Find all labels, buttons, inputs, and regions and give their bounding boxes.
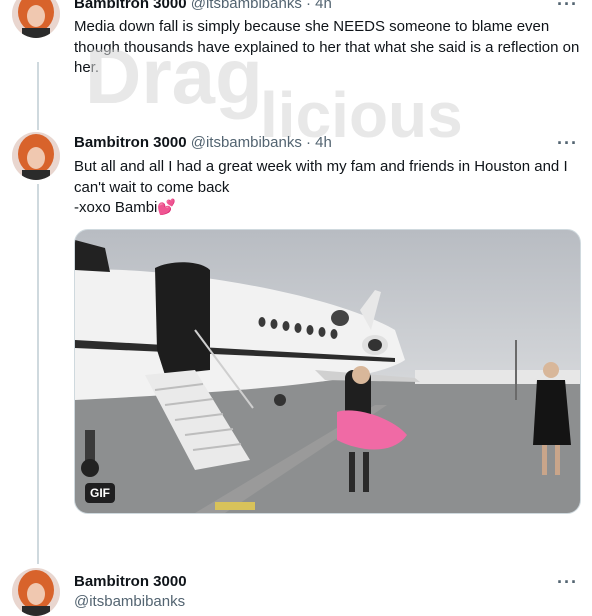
thread-line-1 [37,62,39,130]
tweet-text: But all and all I had a great week with … [74,157,582,219]
tweet-header: Bambitron 3000 @itsbambibanks · 4h [74,0,332,14]
separator-dot: · [306,134,311,151]
tweet-header-handle: @itsbambibanks [74,592,185,612]
tweet-text-line: But all and all I had a great week with … [74,158,568,196]
more-options-icon[interactable]: ··· [557,572,578,593]
more-options-icon[interactable]: ··· [557,133,578,154]
author-name[interactable]: Bambitron 3000 [74,0,187,12]
more-options-icon[interactable]: ··· [557,0,578,15]
tweet-header: Bambitron 3000 [74,572,187,592]
gif-frame [75,230,580,513]
author-name[interactable]: Bambitron 3000 [74,573,187,590]
avatar[interactable] [12,132,60,180]
tweet-time[interactable]: 4h [315,0,332,12]
author-name[interactable]: Bambitron 3000 [74,134,187,151]
avatar[interactable] [12,0,60,38]
author-handle[interactable]: @itsbambibanks [191,0,302,12]
separator-dot: · [306,0,311,12]
gif-badge: GIF [85,483,115,503]
tweet-text: Media down fall is simply because she NE… [74,18,580,76]
author-handle[interactable]: @itsbambibanks [74,593,185,610]
tweet-time[interactable]: 4h [315,134,332,151]
tweet-media-gif[interactable]: GIF [74,229,581,514]
author-handle[interactable]: @itsbambibanks [191,134,302,151]
tweet-text-line: -xoxo Bambi💕 [74,199,177,216]
thread-line-2 [37,184,39,564]
tweet-header: Bambitron 3000 @itsbambibanks · 4h [74,133,332,153]
avatar[interactable] [12,568,60,616]
